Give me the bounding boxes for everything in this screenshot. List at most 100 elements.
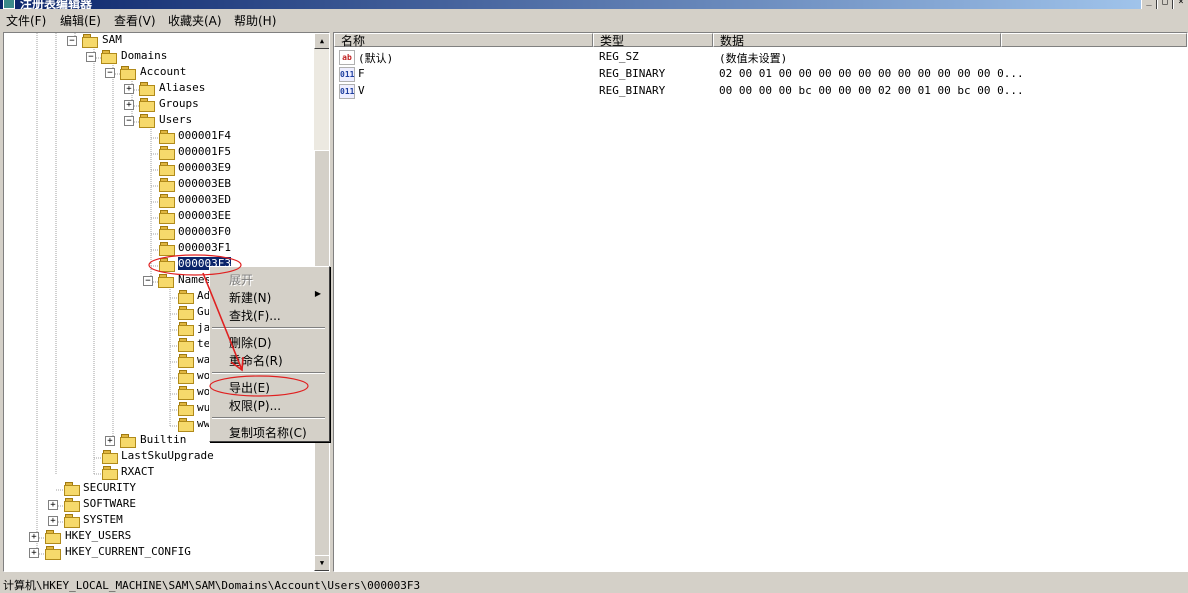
folder-icon: [159, 242, 175, 256]
expand-icon[interactable]: +: [124, 100, 134, 110]
status-path: 计算机\HKEY_LOCAL_MACHINE\SAM\SAM\Domains\A…: [3, 579, 421, 592]
menu-item-new-label: 新建(N): [229, 291, 272, 305]
folder-icon: [159, 194, 175, 208]
folder-icon: [102, 450, 118, 464]
value-name: (默认): [358, 52, 394, 65]
column-header-name[interactable]: 名称: [334, 33, 593, 48]
tree-node-user-key[interactable]: 000003EB: [4, 177, 304, 193]
value-type: REG_SZ: [599, 50, 639, 63]
tree-node-sam[interactable]: − SAM: [4, 33, 304, 49]
tree-node-user-key[interactable]: 000001F5: [4, 145, 304, 161]
folder-icon: [120, 434, 136, 448]
tree-node-aliases[interactable]: + Aliases: [4, 81, 304, 97]
menu-item-find[interactable]: 查找(F)...: [229, 307, 281, 324]
menu-item-expand[interactable]: 展开: [229, 271, 253, 288]
folder-icon: [82, 34, 98, 48]
menu-file[interactable]: 文件(F): [6, 12, 46, 29]
menu-item-rename[interactable]: 重命名(R): [229, 352, 283, 369]
tree-node-label: Users: [159, 113, 193, 126]
tree-node-lastskuupgrade[interactable]: LastSkuUpgrade: [4, 449, 304, 465]
folder-icon: [159, 210, 175, 224]
tree-node-label: Account: [140, 65, 187, 78]
tree-node-hkey-current-config[interactable]: + HKEY_CURRENT_CONFIG: [4, 545, 304, 561]
tree-node-security[interactable]: SECURITY: [4, 481, 304, 497]
regedit-icon: [3, 0, 15, 9]
value-row[interactable]: 011 F REG_BINARY 02 00 01 00 00 00 00 00…: [334, 66, 1187, 82]
expand-icon[interactable]: +: [48, 500, 58, 510]
tree-node-users[interactable]: − Users: [4, 113, 304, 129]
folder-icon: [159, 130, 175, 144]
scroll-down-icon[interactable]: ▼: [314, 555, 329, 571]
tree-node-account[interactable]: − Account: [4, 65, 304, 81]
menu-help[interactable]: 帮助(H): [234, 12, 276, 29]
menu-item-permissions[interactable]: 权限(P)...: [229, 397, 281, 414]
collapse-icon[interactable]: −: [105, 68, 115, 78]
values-list[interactable]: 名称 类型 数据 ab (默认) REG_SZ (数值未设置) 011 F RE…: [333, 32, 1188, 572]
tree-node-user-key[interactable]: 000003F1: [4, 241, 304, 257]
scroll-up-icon[interactable]: ▲: [314, 33, 329, 49]
tree-node-label: SOFTWARE: [83, 497, 136, 510]
tree-node-label: HKEY_CURRENT_CONFIG: [65, 545, 191, 558]
tree-node-label: Aliases: [159, 81, 206, 94]
tree-node-label: SYSTEM: [83, 513, 123, 526]
folder-icon: [159, 258, 175, 272]
tree-node-groups[interactable]: + Groups: [4, 97, 304, 113]
tree-node-label: Names: [178, 273, 212, 286]
expand-icon[interactable]: +: [105, 436, 115, 446]
tree-node-rxact[interactable]: RXACT: [4, 465, 304, 481]
close-button[interactable]: ×: [1173, 0, 1188, 9]
collapse-icon[interactable]: −: [124, 116, 134, 126]
value-name: V: [358, 84, 365, 97]
folder-icon: [178, 338, 194, 352]
tree-node-hkey-users[interactable]: + HKEY_USERS: [4, 529, 304, 545]
tree-node-user-key[interactable]: 000003F0: [4, 225, 304, 241]
value-data: 02 00 01 00 00 00 00 00 00 00 00 00 00 0…: [719, 67, 1024, 80]
folder-icon: [178, 386, 194, 400]
minimize-button[interactable]: _: [1141, 0, 1157, 9]
menu-view[interactable]: 查看(V): [114, 12, 156, 29]
column-header-data[interactable]: 数据: [713, 33, 1001, 48]
string-value-icon: ab: [339, 50, 355, 65]
expand-icon[interactable]: +: [29, 548, 39, 558]
tree-node-user-key[interactable]: 000003E9: [4, 161, 304, 177]
expand-icon[interactable]: +: [124, 84, 134, 94]
expand-icon[interactable]: +: [29, 532, 39, 542]
folder-icon: [178, 402, 194, 416]
menu-item-new[interactable]: 新建(N) ▶: [229, 289, 325, 306]
menu-separator: [212, 417, 325, 419]
tree-node-label: LastSkuUpgrade: [121, 449, 214, 462]
column-header-type[interactable]: 类型: [593, 33, 713, 48]
tree-node-label: 000003ED: [178, 193, 231, 206]
tree-node-label: SECURITY: [83, 481, 136, 494]
menu-item-export[interactable]: 导出(E): [229, 379, 270, 396]
menu-item-copy-key-name[interactable]: 复制项名称(C): [229, 424, 307, 441]
tree-node-user-key[interactable]: 000003ED: [4, 193, 304, 209]
value-data: 00 00 00 00 bc 00 00 00 02 00 01 00 bc 0…: [719, 84, 1024, 97]
value-type: REG_BINARY: [599, 67, 666, 80]
tree-node-software[interactable]: + SOFTWARE: [4, 497, 304, 513]
tree-node-system[interactable]: + SYSTEM: [4, 513, 304, 529]
value-row[interactable]: ab (默认) REG_SZ (数值未设置): [334, 49, 1187, 65]
title-bar: 注册表编辑器 _ □ ×: [0, 0, 1188, 9]
folder-icon: [64, 482, 80, 496]
tree-node-user-key[interactable]: 000003EE: [4, 209, 304, 225]
menu-item-delete[interactable]: 删除(D): [229, 334, 272, 351]
folder-icon: [178, 370, 194, 384]
expand-icon[interactable]: +: [48, 516, 58, 526]
collapse-icon[interactable]: −: [143, 276, 153, 286]
value-row[interactable]: 011 V REG_BINARY 00 00 00 00 bc 00 00 00…: [334, 83, 1187, 99]
tree-node-label: SAM: [102, 33, 122, 46]
menu-edit[interactable]: 编辑(E): [60, 12, 101, 29]
menu-favorites[interactable]: 收藏夹(A): [168, 12, 222, 29]
folder-icon: [101, 50, 117, 64]
maximize-button[interactable]: □: [1157, 0, 1173, 9]
folder-icon: [178, 306, 194, 320]
tree-node-domains[interactable]: − Domains: [4, 49, 304, 65]
tree-node-label: 000003F0: [178, 225, 231, 238]
collapse-icon[interactable]: −: [67, 36, 77, 46]
collapse-icon[interactable]: −: [86, 52, 96, 62]
tree-node-label: Groups: [159, 97, 199, 110]
menu-separator: [212, 372, 325, 374]
tree-node-label: Domains: [121, 49, 168, 62]
tree-node-user-key[interactable]: 000001F4: [4, 129, 304, 145]
